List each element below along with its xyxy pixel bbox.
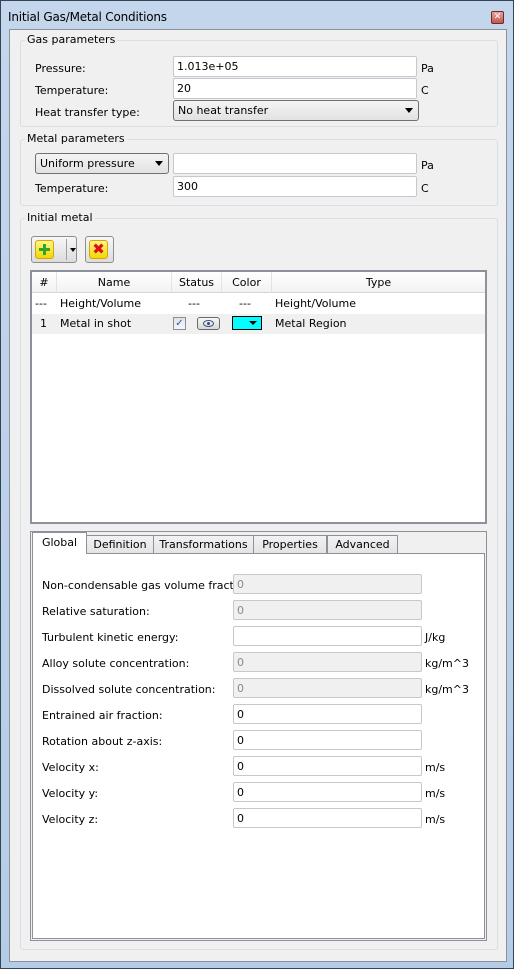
gas-parameters-group: Gas parameters Pressure: 1.013e+05 Pa Te… [20, 33, 498, 127]
tab-global[interactable]: Global [32, 532, 87, 554]
dialog-window: Initial Gas/Metal Conditions ✕ Gas param… [0, 0, 514, 969]
field-input[interactable]: 0 [233, 704, 422, 724]
field-label: Dissolved solute concentration: [42, 683, 216, 696]
field-input: 0 [233, 600, 422, 620]
field-label: Velocity x: [42, 761, 99, 774]
row-type: Metal Region [275, 317, 347, 330]
gas-temperature-label: Temperature: [35, 84, 109, 97]
table-row[interactable]: --- Height/Volume --- --- Height/Volume [32, 294, 485, 314]
title-bar[interactable]: Initial Gas/Metal Conditions ✕ [1, 1, 513, 28]
field-unit: kg/m^3 [425, 683, 469, 696]
chevron-down-icon [405, 108, 413, 113]
column-header-status[interactable]: Status [172, 272, 222, 293]
table-row[interactable]: 1 Metal in shot ✓ Metal Region [32, 314, 485, 334]
status-checkbox[interactable]: ✓ [173, 317, 186, 330]
properties-tab-panel: Global Definition Transformations Proper… [30, 531, 487, 941]
field-label: Entrained air fraction: [42, 709, 163, 722]
row-color: --- [239, 297, 251, 310]
column-header-name[interactable]: Name [57, 272, 172, 293]
field-label: Alloy solute concentration: [42, 657, 190, 670]
metal-parameters-label: Metal parameters [25, 132, 127, 145]
field-input[interactable]: 0 [233, 756, 422, 776]
global-tab-content: Non-condensable gas volume fraction: 0 Rel… [32, 553, 485, 939]
plus-icon [35, 240, 54, 259]
field-unit: m/s [425, 813, 446, 826]
gas-parameters-label: Gas parameters [25, 33, 118, 46]
metal-temperature-input[interactable]: 300 [173, 176, 417, 197]
field-label: Velocity y: [42, 787, 99, 800]
field-label: Non-condensable gas volume fraction: [42, 579, 255, 592]
row-status: --- [188, 297, 200, 310]
initial-metal-table: # Name Status Color Type --- Height/Volu… [30, 270, 487, 524]
field-input: 0 [233, 652, 422, 672]
add-metal-split-button[interactable] [31, 236, 77, 263]
initial-metal-label: Initial metal [25, 211, 95, 224]
field-unit: m/s [425, 787, 446, 800]
eye-icon [203, 320, 214, 327]
metal-parameters-group: Metal parameters Uniform pressure Pa Tem… [20, 132, 498, 206]
field-input[interactable]: 0 [233, 782, 422, 802]
field-input: 0 [233, 574, 422, 594]
metal-temperature-unit: C [421, 182, 429, 195]
gas-pressure-label: Pressure: [35, 62, 86, 75]
row-index: --- [35, 297, 47, 310]
column-header-type[interactable]: Type [272, 272, 485, 293]
field-label: Turbulent kinetic energy: [42, 631, 179, 644]
field-unit: J/kg [425, 631, 446, 644]
row-name: Height/Volume [60, 297, 141, 310]
metal-pressure-input[interactable] [173, 153, 417, 174]
tab-advanced[interactable]: Advanced [327, 535, 398, 554]
field-label: Velocity z: [42, 813, 99, 826]
metal-pressure-mode-select[interactable]: Uniform pressure [35, 153, 169, 174]
visibility-toggle-button[interactable] [197, 317, 220, 330]
dialog-client: Gas parameters Pressure: 1.013e+05 Pa Te… [9, 29, 507, 962]
field-unit: m/s [425, 761, 446, 774]
close-icon[interactable]: ✕ [491, 11, 504, 24]
field-unit: kg/m^3 [425, 657, 469, 670]
gas-temperature-unit: C [421, 84, 429, 97]
chevron-down-icon[interactable] [70, 248, 76, 252]
field-label: Relative saturation: [42, 605, 150, 618]
field-input[interactable]: 0 [233, 808, 422, 828]
tab-transformations[interactable]: Transformations [153, 535, 254, 554]
field-input[interactable] [233, 626, 422, 646]
chevron-down-icon [155, 161, 163, 166]
gas-pressure-unit: Pa [421, 62, 434, 75]
tab-definition[interactable]: Definition [86, 535, 154, 554]
heat-transfer-select[interactable]: No heat transfer [173, 100, 419, 121]
row-name: Metal in shot [60, 317, 132, 330]
delete-metal-button[interactable]: ✖ [85, 236, 114, 263]
chevron-down-icon [249, 321, 257, 325]
gas-temperature-input[interactable]: 20 [173, 78, 417, 99]
delete-x-icon: ✖ [89, 240, 108, 259]
tab-properties[interactable]: Properties [253, 535, 327, 554]
heat-transfer-label: Heat transfer type: [35, 106, 140, 119]
row-type: Height/Volume [275, 297, 356, 310]
row-index: 1 [40, 317, 47, 330]
metal-pressure-unit: Pa [421, 159, 434, 172]
window-title: Initial Gas/Metal Conditions [8, 10, 167, 24]
metal-temperature-label: Temperature: [35, 182, 109, 195]
heat-transfer-value: No heat transfer [178, 104, 269, 117]
column-header-index[interactable]: # [32, 272, 57, 293]
table-header: # Name Status Color Type [32, 272, 485, 293]
column-header-color[interactable]: Color [222, 272, 272, 293]
field-input[interactable]: 0 [233, 730, 422, 750]
color-picker-button[interactable] [232, 316, 262, 330]
metal-pressure-mode-value: Uniform pressure [40, 157, 135, 170]
gas-pressure-input[interactable]: 1.013e+05 [173, 56, 417, 77]
field-label: Rotation about z-axis: [42, 735, 163, 748]
field-input: 0 [233, 678, 422, 698]
